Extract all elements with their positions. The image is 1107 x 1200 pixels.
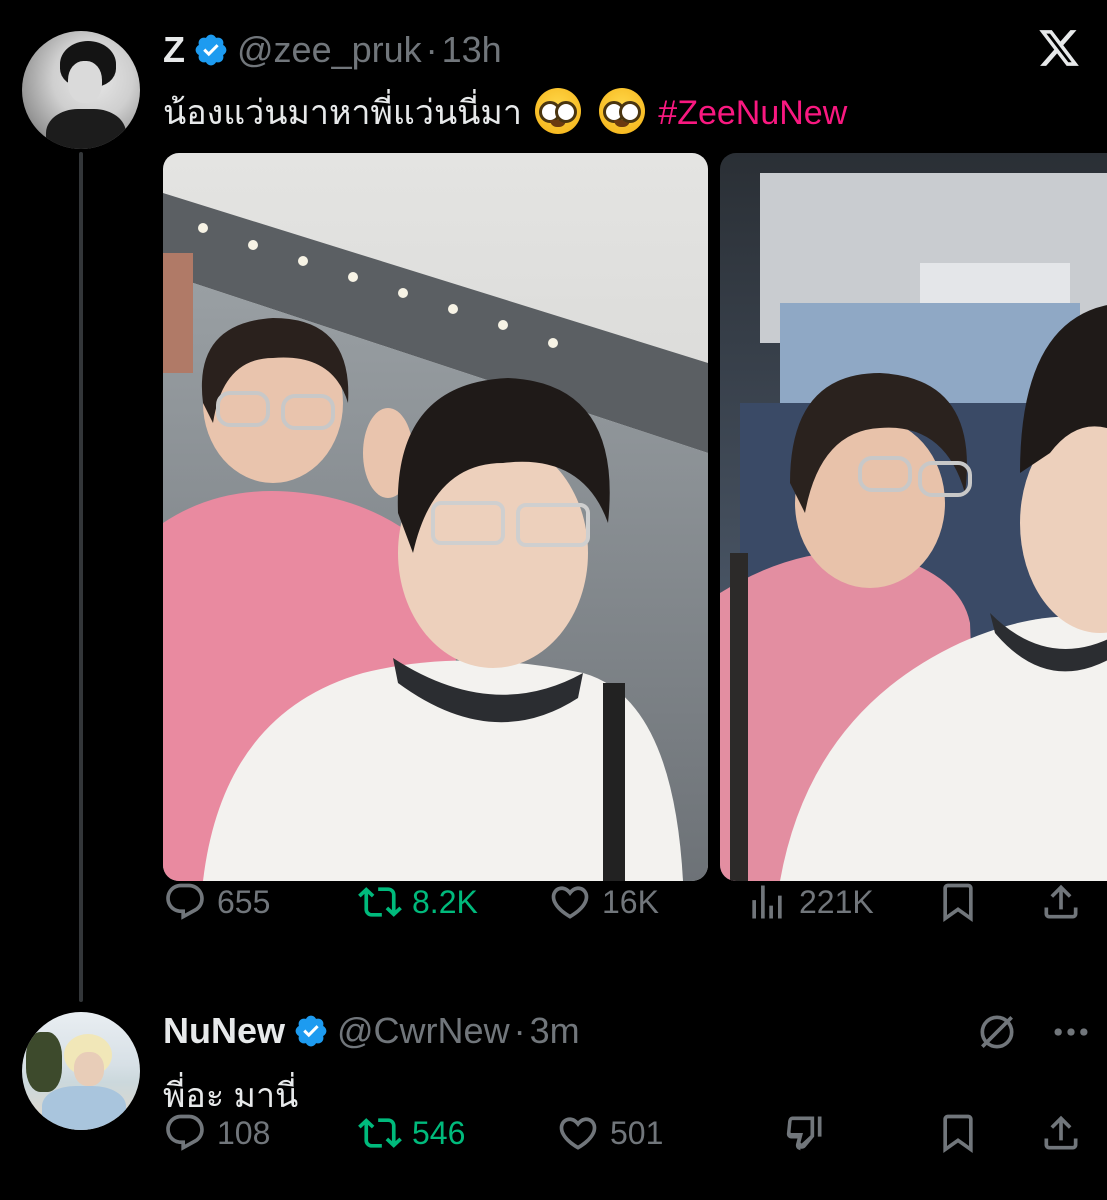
bookmark-icon xyxy=(943,1114,973,1154)
verified-badge-icon xyxy=(295,1015,327,1047)
tweet-photo-1[interactable] xyxy=(163,153,708,881)
retweet-button[interactable]: 8.2K xyxy=(358,880,478,924)
heart-icon xyxy=(559,1117,597,1150)
x-logo-icon xyxy=(1039,30,1079,66)
display-name[interactable]: Z xyxy=(163,29,185,71)
reply-header-actions xyxy=(975,1010,1093,1054)
hashtag-link[interactable]: #ZeeNuNew xyxy=(658,94,847,132)
tweet-photo-2[interactable] xyxy=(720,153,1107,881)
reply-button[interactable]: 655 xyxy=(163,880,270,924)
like-button[interactable]: 501 xyxy=(556,1111,663,1155)
thread-connector-line xyxy=(79,152,83,1002)
like-count: 16K xyxy=(602,883,659,920)
retweet-count: 546 xyxy=(412,1114,466,1151)
retweet-button[interactable]: 546 xyxy=(358,1111,465,1155)
reply-count: 655 xyxy=(217,883,271,920)
downvote-button[interactable] xyxy=(783,1111,827,1155)
like-count: 501 xyxy=(610,1114,664,1151)
share-button[interactable] xyxy=(1039,880,1083,924)
display-name[interactable]: NuNew xyxy=(163,1010,285,1052)
tweet-header: Z @zee_pruk · 13h xyxy=(163,28,502,72)
separator-dot: · xyxy=(513,1010,526,1051)
views-count: 221K xyxy=(799,883,874,920)
reply-count: 108 xyxy=(217,1114,271,1151)
more-options-icon[interactable] xyxy=(1049,1010,1093,1054)
avatar-nunew[interactable] xyxy=(22,1012,140,1130)
verified-badge-icon xyxy=(195,34,227,66)
bookmark-button[interactable] xyxy=(936,880,980,924)
nerd-face-emoji xyxy=(535,88,582,135)
reply-icon xyxy=(166,1114,204,1151)
timestamp[interactable]: 13h xyxy=(442,29,502,71)
retweet-icon xyxy=(358,1118,402,1148)
views-button[interactable]: 221K xyxy=(745,880,874,924)
separator-dot: · xyxy=(425,29,438,70)
reply-button[interactable]: 108 xyxy=(163,1111,270,1155)
thumbs-down-icon xyxy=(786,1116,822,1151)
tweet-body: น้องแว่นมาหาพี่แว่นนี่มา xyxy=(163,94,522,132)
avatar-zee[interactable] xyxy=(22,31,140,149)
user-handle[interactable]: @zee_pruk xyxy=(237,29,422,71)
selfie-photo-2 xyxy=(720,153,1107,881)
analytics-icon xyxy=(752,885,782,919)
retweet-count: 8.2K xyxy=(412,883,478,920)
reply-icon xyxy=(166,883,204,920)
share-icon xyxy=(1044,884,1078,919)
nerd-face-emoji xyxy=(598,88,645,135)
selfie-photo-1 xyxy=(163,153,708,881)
x-thread-screen: Z @zee_pruk · 13h น้องแว่นมาหาพี่แว่นนี่… xyxy=(0,0,1107,1200)
retweet-icon xyxy=(358,887,402,917)
tweet-text: น้องแว่นมาหาพี่แว่นนี่มา #ZeeNuNew xyxy=(163,85,847,139)
user-handle[interactable]: @CwrNew xyxy=(337,1010,510,1052)
bookmark-icon xyxy=(943,883,973,923)
share-icon xyxy=(1044,1115,1078,1150)
bookmark-button[interactable] xyxy=(936,1111,980,1155)
grok-icon[interactable] xyxy=(975,1010,1019,1054)
timestamp[interactable]: 3m xyxy=(530,1010,580,1052)
share-button[interactable] xyxy=(1039,1111,1083,1155)
like-button[interactable]: 16K xyxy=(548,880,659,924)
heart-icon xyxy=(551,886,589,919)
reply-header: NuNew @CwrNew · 3m xyxy=(163,1009,580,1053)
